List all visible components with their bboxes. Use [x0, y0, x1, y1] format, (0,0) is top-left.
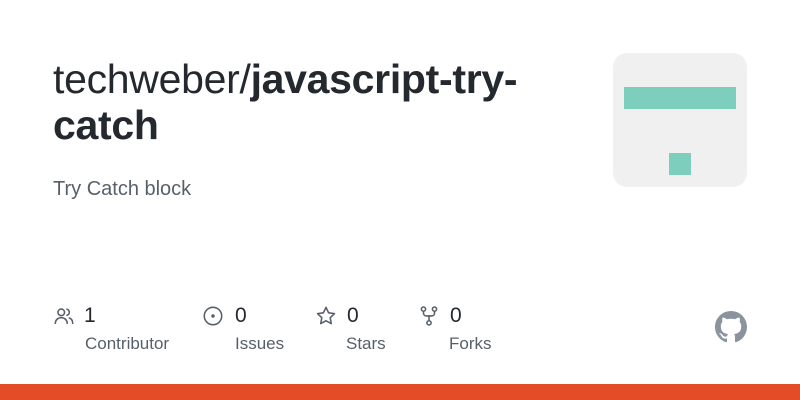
repo-separator: / — [239, 56, 251, 102]
avatar-bar — [624, 87, 736, 109]
issues-label: Issues — [235, 334, 285, 353]
repo-avatar — [613, 53, 747, 187]
people-icon — [54, 308, 74, 325]
language-color-bar — [0, 384, 800, 400]
repo-description: Try Catch block — [53, 178, 192, 200]
issues-count: 0 — [235, 304, 247, 327]
issue-icon — [203, 306, 223, 326]
repo-owner: techweber — [53, 56, 240, 102]
github-mark-path — [715, 311, 747, 343]
contributors-label: Contributor — [85, 334, 170, 353]
stars-label: Stars — [346, 334, 386, 353]
forks-count: 0 — [450, 304, 462, 327]
star-icon — [316, 306, 336, 325]
avatar-square — [669, 153, 691, 175]
stars-count: 0 — [347, 304, 359, 327]
repo-title: techweber/javascript-try-catch — [53, 56, 573, 148]
contributors-count: 1 — [84, 304, 96, 327]
github-mark-icon[interactable] — [715, 311, 747, 343]
fork-icon — [420, 306, 438, 326]
forks-label: Forks — [449, 334, 492, 353]
